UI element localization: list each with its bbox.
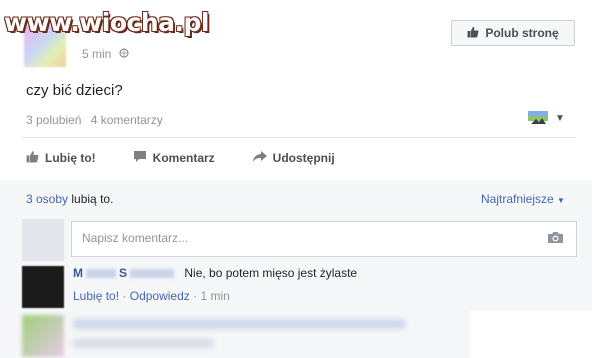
- post-time-text: 5 min: [82, 47, 112, 61]
- like-page-button[interactable]: Polub stronę: [451, 20, 575, 46]
- blurred-comment-text: [73, 319, 405, 329]
- post-timestamp[interactable]: 5 min: [82, 47, 129, 61]
- likes-summary-link[interactable]: 3 osoby: [26, 192, 68, 206]
- camera-icon[interactable]: [547, 231, 564, 244]
- likes-summary-text: lubią to.: [71, 192, 114, 206]
- meta-separator: ·: [193, 289, 198, 303]
- comment-input-placeholder: Napisz komentarz...: [82, 231, 189, 245]
- post-text: czy bić dzieci?: [26, 82, 123, 99]
- comment-time[interactable]: 1 min: [200, 289, 229, 303]
- comment-reply-link[interactable]: Odpowiedz: [130, 289, 190, 303]
- speech-bubble-icon: [133, 150, 147, 166]
- site-watermark: www.wiocha.pl: [4, 8, 209, 37]
- comment-text: Nie, bo potem mięso jest żylaste: [184, 266, 358, 280]
- commenter-avatar[interactable]: [22, 266, 64, 308]
- likes-summary: 3 osoby lubią to.: [26, 192, 113, 206]
- divider: [22, 137, 576, 138]
- comment-button-label: Komentarz: [152, 151, 215, 165]
- share-audience-icon[interactable]: [527, 110, 549, 126]
- post-stats: 3 polubień 4 komentarzy: [26, 113, 163, 127]
- like-button-label: Lubię to!: [45, 151, 96, 165]
- blurred-comment-meta: [73, 339, 213, 348]
- comment-body: MS Nie, bo potem mięso jest żylaste: [73, 266, 357, 280]
- likes-count-link[interactable]: 3 polubień: [26, 113, 81, 127]
- facebook-post-card: www.wiocha.pl 5 min Polub stronę czy bić…: [0, 0, 600, 358]
- comment-meta: Lubię to! · Odpowiedz · 1 min: [73, 289, 230, 303]
- like-page-label: Polub stronę: [485, 26, 559, 40]
- blurred-name-part: [130, 269, 175, 279]
- meta-separator: ·: [122, 289, 127, 303]
- comment-button[interactable]: Komentarz: [133, 150, 215, 166]
- sort-label: Najtrafniejsze: [481, 192, 554, 206]
- white-patch: [470, 311, 600, 358]
- globe-icon: [119, 48, 129, 61]
- comments-count-link[interactable]: 4 komentarzy: [91, 113, 163, 127]
- commenter-avatar[interactable]: [22, 315, 64, 357]
- share-button-label: Udostępnij: [272, 151, 335, 165]
- thumbs-up-icon: [467, 26, 479, 41]
- blurred-name-part: [86, 269, 116, 279]
- post-actions-bar: Lubię to! Komentarz Udostępnij: [26, 150, 372, 166]
- comment-input[interactable]: Napisz komentarz...: [71, 221, 577, 257]
- commenter-name[interactable]: MS: [73, 266, 180, 280]
- thumbs-up-icon: [26, 150, 39, 166]
- commenter-last-initial: S: [119, 266, 128, 280]
- commenter-first-initial: M: [73, 266, 83, 280]
- comment-like-link[interactable]: Lubię to!: [73, 289, 119, 303]
- current-user-avatar: [22, 219, 64, 261]
- share-arrow-icon: [252, 150, 267, 166]
- share-button[interactable]: Udostępnij: [252, 150, 335, 166]
- chevron-down-icon[interactable]: ▼: [555, 113, 565, 124]
- comment-sort-dropdown[interactable]: Najtrafniejsze ▼: [481, 192, 565, 206]
- like-button[interactable]: Lubię to!: [26, 150, 96, 166]
- caret-down-icon: ▼: [557, 196, 565, 205]
